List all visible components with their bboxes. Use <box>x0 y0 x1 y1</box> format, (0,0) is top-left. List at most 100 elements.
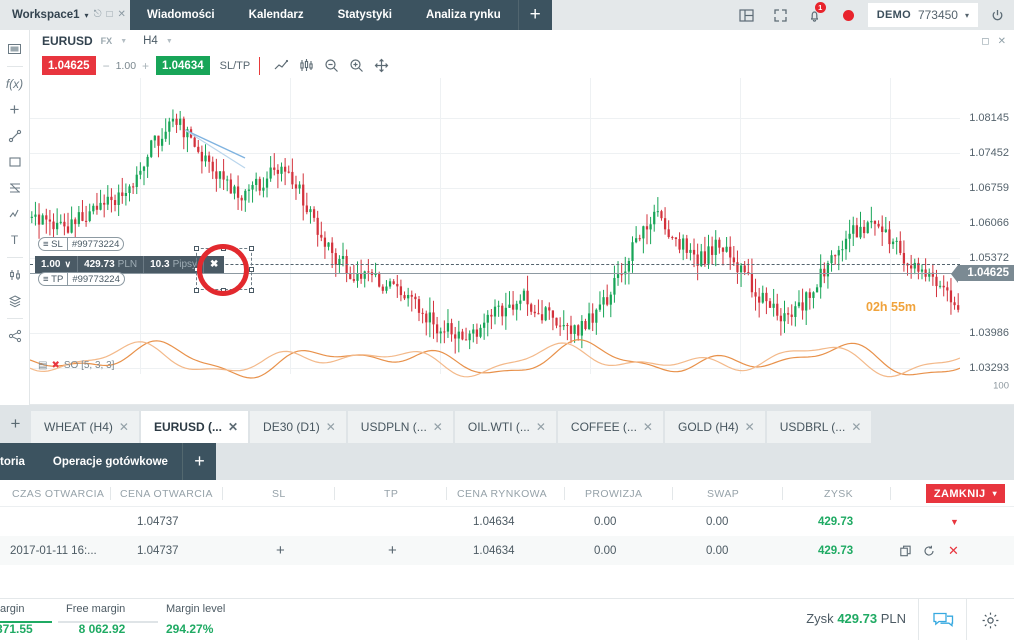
text-tool-icon[interactable]: T <box>0 227 30 253</box>
zoom-in-icon[interactable] <box>344 58 369 73</box>
price-axis[interactable]: 1.08145 1.07452 1.06759 1.06066 1.05372 … <box>951 78 1014 400</box>
tab-label: Operacje gotówkowe <box>52 455 168 468</box>
layout-icon[interactable] <box>730 0 764 30</box>
crosshair-add-icon[interactable]: + <box>0 97 30 123</box>
layers-icon[interactable] <box>0 288 30 314</box>
col-tp[interactable]: TP <box>384 480 398 507</box>
close-icon[interactable]: ✕ <box>228 420 238 434</box>
cell-tp-add[interactable]: + <box>388 536 397 565</box>
cell-sl-add[interactable]: + <box>276 536 285 565</box>
chevron-down-icon[interactable]: ▼ <box>120 38 127 45</box>
close-icon[interactable]: ✕ <box>536 420 546 434</box>
chart-panel: EURUSD FX ▼ H4 ▼ ◻ ✕ 1.04625 − 1.00 + 1.… <box>30 30 1014 421</box>
popout-icon[interactable]: ⎋ <box>94 10 102 20</box>
refresh-icon[interactable] <box>923 536 935 565</box>
instrument-tab-gold[interactable]: GOLD (H4) ✕ <box>664 411 765 443</box>
chart-close-icon[interactable]: ✕ <box>998 36 1006 47</box>
close-icon[interactable]: ✕ <box>326 420 336 434</box>
table-row[interactable]: 1.04737 1.04634 0.00 0.00 429.73 ▼ <box>0 507 1014 536</box>
chevron-down-icon[interactable]: ▾ <box>965 11 969 20</box>
volume-stepper[interactable]: − 1.00 + <box>96 59 156 73</box>
chevron-down-icon[interactable]: ▾ <box>85 11 89 20</box>
nav-wiadomosci[interactable]: Wiadomości <box>130 0 232 30</box>
account-selector[interactable]: DEMO 773450 ▾ <box>867 3 978 27</box>
close-icon[interactable]: ✕ <box>643 420 653 434</box>
chat-icon[interactable] <box>918 599 966 640</box>
instrument-tab-oilwti[interactable]: OIL.WTI (... ✕ <box>454 411 556 443</box>
col-czas-otwarcia[interactable]: CZAS OTWARCIA <box>12 480 104 507</box>
close-position-icon[interactable]: ✕ <box>948 536 959 565</box>
chart-maximize-icon[interactable]: ◻ <box>981 36 989 47</box>
chart-type-icon[interactable] <box>0 36 30 62</box>
workspace-selector[interactable]: Workspace1 ▾ ⎋ □ ✕ <box>0 0 130 30</box>
instrument-tab-usdbrl[interactable]: USDBRL (... ✕ <box>766 411 872 443</box>
col-cena-rynkowa[interactable]: CENA RYNKOWA <box>457 480 547 507</box>
close-all-button[interactable]: ZAMKNIJ ▾ <box>925 484 1005 503</box>
col-swap[interactable]: SWAP <box>707 480 739 507</box>
chevron-down-icon[interactable]: ▾ <box>993 489 997 498</box>
take-profit-label[interactable]: ≡ TP #99773224 <box>38 272 125 286</box>
instrument-tab-usdpln[interactable]: USDPLN (... ✕ <box>347 411 453 443</box>
fullscreen-icon[interactable] <box>764 0 798 30</box>
collapse-caret-icon[interactable]: ▼ <box>950 507 959 536</box>
close-icon[interactable]: ✕ <box>851 420 861 434</box>
tab-operacje-gotowkowe[interactable]: Operacje gotówkowe <box>38 443 182 480</box>
line-chart-icon[interactable] <box>269 58 294 73</box>
tab-historia[interactable]: toria <box>0 443 39 480</box>
volume-value[interactable]: 1.00 <box>116 60 136 72</box>
nav-analiza-rynku[interactable]: Analiza rynku <box>409 0 518 30</box>
duplicate-icon[interactable] <box>900 536 912 565</box>
instrument-tab-wheat[interactable]: WHEAT (H4) ✕ <box>31 411 139 443</box>
logout-power-icon[interactable] <box>980 0 1014 30</box>
sell-price-button[interactable]: 1.04625 <box>42 56 96 75</box>
notifications-bell-icon[interactable]: 1 <box>798 0 832 30</box>
rectangle-shape-icon[interactable] <box>0 149 30 175</box>
close-icon[interactable]: ✕ <box>433 420 443 434</box>
zoom-out-icon[interactable] <box>319 58 344 73</box>
tp-menu-icon[interactable]: ≡ TP <box>39 273 67 285</box>
close-icon[interactable]: ✕ <box>745 420 755 434</box>
close-icon[interactable]: ✕ <box>119 420 129 434</box>
chart-timeframe[interactable]: H4 <box>143 35 158 47</box>
volume-increase-button[interactable]: + <box>142 59 149 73</box>
position-volume[interactable]: 1.00 ∨ <box>35 256 77 273</box>
buy-price-button[interactable]: 1.04634 <box>156 56 210 75</box>
margin-level-stat: Margin level 294.27% <box>166 603 225 636</box>
sl-menu-icon[interactable]: ≡ SL <box>39 238 67 250</box>
trendline-2 <box>184 129 246 169</box>
col-cena-otwarcia[interactable]: CENA OTWARCIA <box>120 480 213 507</box>
chevron-down-icon[interactable]: ▼ <box>166 38 173 45</box>
add-nav-tab-button[interactable]: + <box>517 0 552 30</box>
indicator-settings-icon[interactable]: ▤ <box>38 360 47 371</box>
nav-statystyki[interactable]: Statystyki <box>321 0 409 30</box>
share-icon[interactable] <box>0 323 30 349</box>
fibonacci-icon[interactable] <box>0 175 30 201</box>
indicator-label[interactable]: ▤ ✖ SO [5, 3, 3] <box>38 360 114 371</box>
candles-settings-icon[interactable] <box>0 262 30 288</box>
instrument-tab-coffee[interactable]: COFFEE (... ✕ <box>557 411 663 443</box>
maximize-icon[interactable]: □ <box>106 10 112 20</box>
candlestick-chart-icon[interactable] <box>294 58 319 73</box>
settings-gear-icon[interactable] <box>966 599 1014 640</box>
pan-move-icon[interactable] <box>369 58 394 73</box>
stop-loss-label[interactable]: ≡ SL #99773224 <box>38 237 125 251</box>
indicators-fx-icon[interactable]: f(x) <box>0 71 30 97</box>
indicator-remove-icon[interactable]: ✖ <box>51 360 59 371</box>
cell-profit: 429.73 <box>818 515 854 528</box>
chart-symbol[interactable]: EURUSD <box>42 34 93 48</box>
add-instrument-tab-button[interactable]: + <box>0 405 31 443</box>
instrument-tab-de30[interactable]: DE30 (D1) ✕ <box>250 411 346 443</box>
add-positions-tab-button[interactable]: + <box>181 443 216 480</box>
col-sl[interactable]: SL <box>272 480 286 507</box>
sltp-toggle[interactable]: SL/TP <box>220 60 251 72</box>
col-prowizja[interactable]: PROWIZJA <box>585 480 642 507</box>
table-row[interactable]: 2017-01-11 16:... 1.04737 + + 1.04634 0.… <box>0 536 1014 565</box>
close-icon[interactable]: ✕ <box>118 10 126 20</box>
nav-kalendarz[interactable]: Kalendarz <box>232 0 321 30</box>
volume-decrease-button[interactable]: − <box>103 59 110 73</box>
chart-plot-area[interactable]: 02h 55m 100 ≡ SL #99773224 1.00∨ 429.73P… <box>30 78 960 400</box>
elliott-wave-icon[interactable] <box>0 201 30 227</box>
instrument-tab-eurusd[interactable]: EURUSD (... ✕ <box>140 411 249 443</box>
trendline-icon[interactable] <box>0 123 30 149</box>
col-zysk[interactable]: ZYSK <box>824 480 853 507</box>
